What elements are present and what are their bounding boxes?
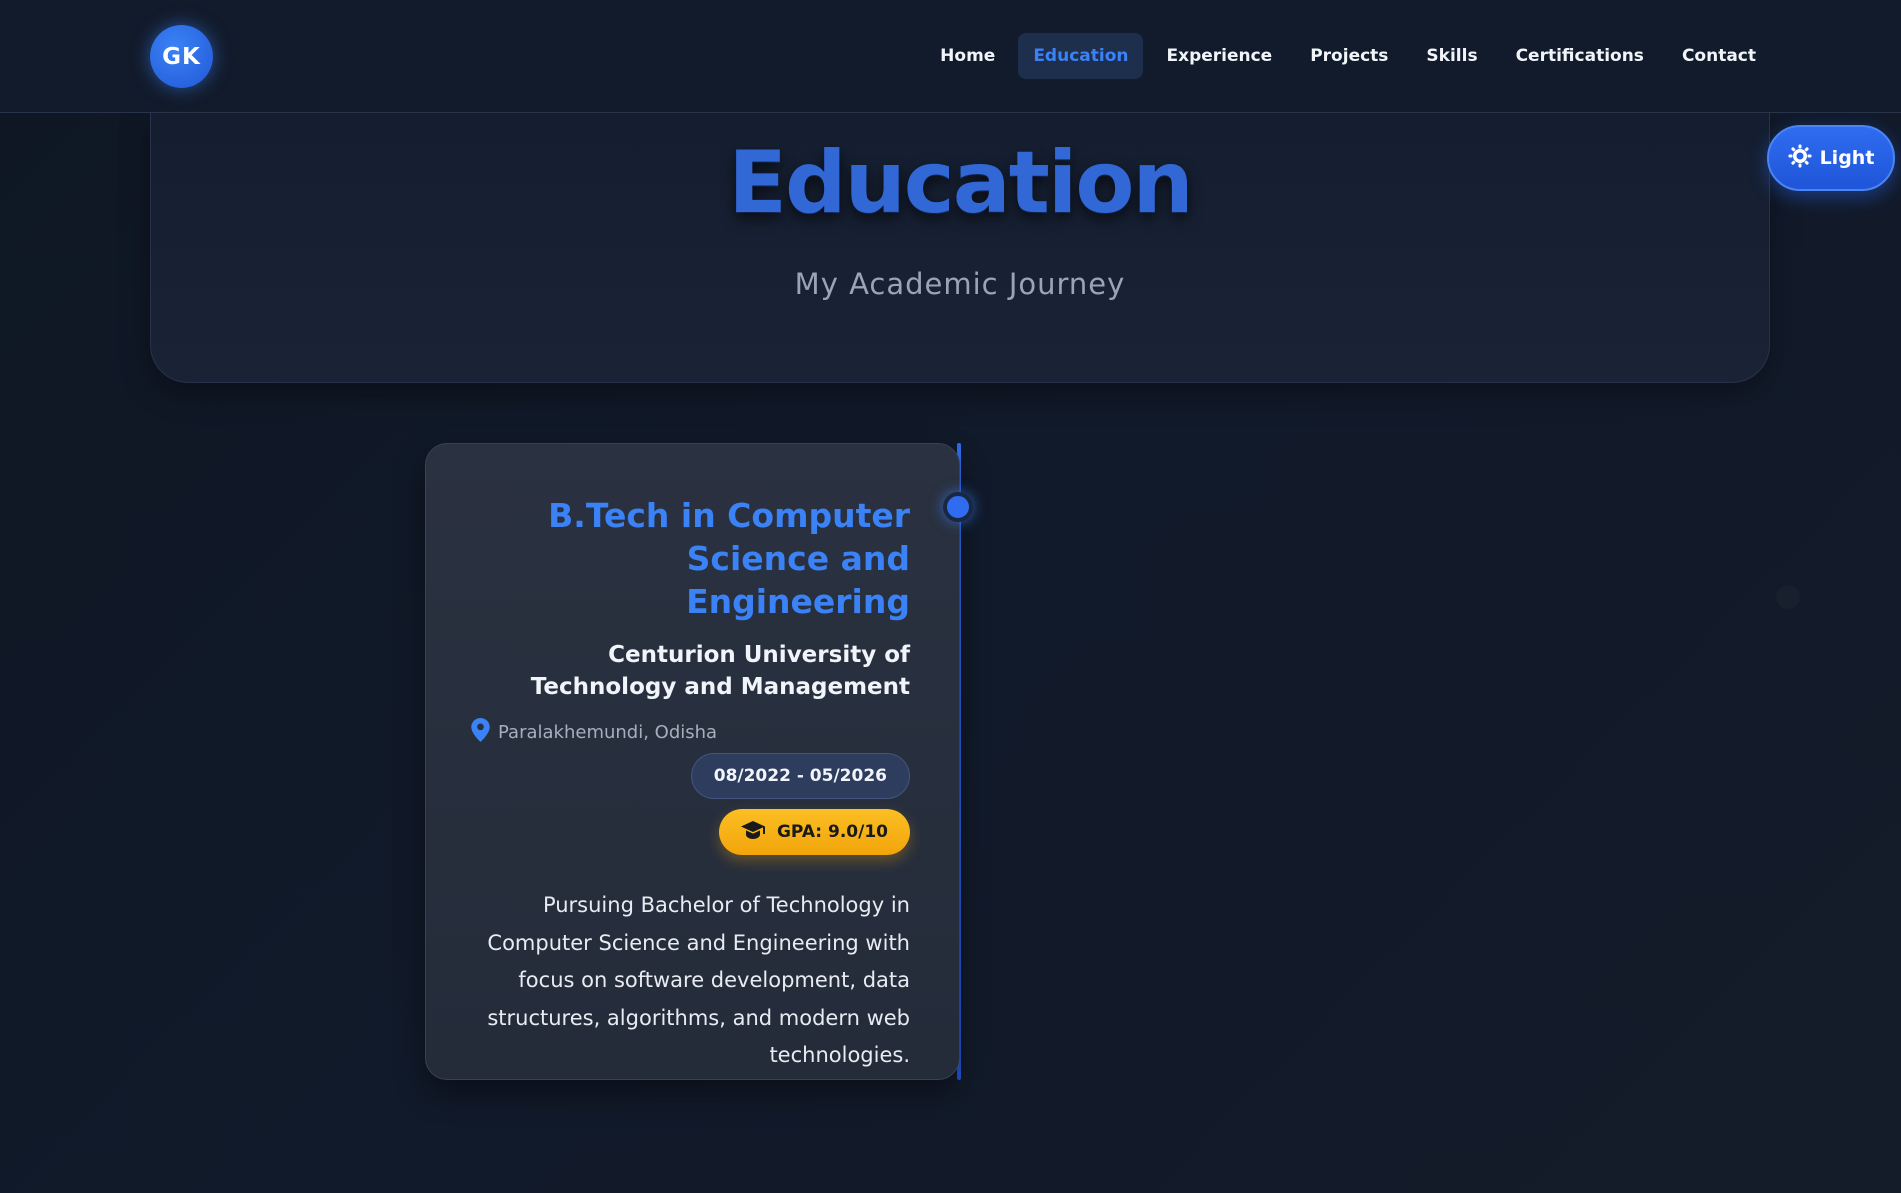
map-pin-icon	[471, 718, 490, 747]
nav-link-projects[interactable]: Projects	[1295, 33, 1403, 79]
location-text: Paralakhemundi, Odisha	[498, 722, 718, 743]
timeline-dot	[943, 492, 973, 522]
page-subtitle: My Academic Journey	[794, 267, 1126, 301]
education-description: Pursuing Bachelor of Technology in Compu…	[487, 893, 910, 1067]
nav-link-experience[interactable]: Experience	[1151, 33, 1287, 79]
nav-link-certifications[interactable]: Certifications	[1501, 33, 1659, 79]
location-row: Paralakhemundi, Odisha	[471, 718, 910, 747]
education-hero: Education My Academic Journey	[150, 113, 1770, 383]
gpa-badge: GPA: 9.0/10	[718, 809, 910, 855]
gpa-text: GPA: 9.0/10	[776, 822, 888, 842]
nav-link-home[interactable]: Home	[925, 33, 1010, 79]
graduation-cap-icon	[740, 820, 765, 844]
nav-link-contact[interactable]: Contact	[1667, 33, 1771, 79]
education-card: B.Tech in Computer Science and Engineeri…	[425, 443, 960, 1080]
page-title: Education	[728, 133, 1193, 233]
date-range-badge: 08/2022 - 05/2026	[690, 753, 910, 799]
institution-name: Centurion University of Technology and M…	[530, 642, 910, 700]
theme-toggle-label: Light	[1819, 147, 1875, 169]
nav-links: Home Education Experience Projects Skill…	[925, 33, 1771, 79]
sun-icon	[1788, 144, 1812, 173]
top-navbar: GK Home Education Experience Projects Sk…	[0, 0, 1901, 113]
decorative-dot	[1776, 585, 1800, 609]
degree-title: B.Tech in Computer Science and Engineeri…	[548, 496, 910, 621]
nav-link-skills[interactable]: Skills	[1411, 33, 1492, 79]
theme-toggle-button[interactable]: Light	[1767, 125, 1895, 191]
nav-link-education[interactable]: Education	[1018, 33, 1144, 79]
logo-badge[interactable]: GK	[150, 25, 213, 88]
